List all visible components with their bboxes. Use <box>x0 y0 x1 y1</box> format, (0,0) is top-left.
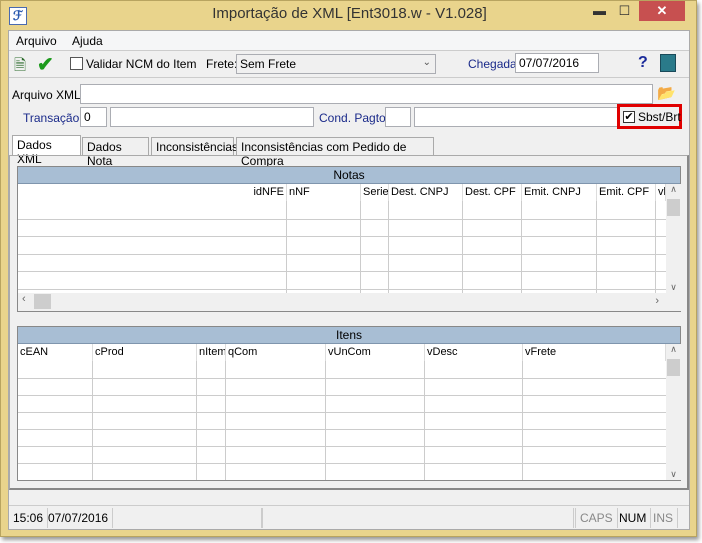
transacao-input[interactable]: 0 <box>80 107 107 127</box>
grid-column-line <box>325 361 326 480</box>
sbst-brt-checkbox[interactable]: ✔ <box>623 111 635 123</box>
validar-ncm-checkbox[interactable] <box>70 57 83 70</box>
cond-pagto-label: Cond. Pagto: <box>319 111 390 125</box>
grid-row-line <box>18 378 666 379</box>
col-dest-cpf[interactable]: Dest. CPF <box>463 184 522 201</box>
confirm-check-icon[interactable]: ✔ <box>37 52 54 77</box>
grid-row-line <box>18 218 666 220</box>
grid-column-line <box>596 201 597 293</box>
frete-select[interactable]: Sem Frete ⌄ <box>236 54 436 74</box>
grid-row-line <box>18 463 666 464</box>
col-nitem[interactable]: nItem <box>197 344 226 361</box>
tab-inconsistencias-pedido[interactable]: Inconsistências com Pedido de Compra <box>236 137 434 168</box>
col-cean[interactable]: cEAN <box>18 344 93 361</box>
col-dest-cnpj[interactable]: Dest. CNPJ <box>389 184 463 201</box>
chevron-down-icon: ⌄ <box>422 57 431 68</box>
grid-row-line <box>18 236 666 237</box>
grid-row-line <box>18 253 666 255</box>
transacao-label: Transação: <box>23 111 83 125</box>
notas-vscroll[interactable]: ∧ ∨ <box>666 184 681 293</box>
sbst-brt-label: Sbst/Brt <box>638 110 681 124</box>
open-folder-icon[interactable]: 📂 <box>657 84 676 102</box>
menu-arquivo[interactable]: Arquivo <box>16 34 57 48</box>
tab-inconsistencias[interactable]: Inconsistências <box>151 137 238 155</box>
validar-ncm-label: Validar NCM do Item <box>86 57 197 71</box>
grid-column-line <box>225 361 226 480</box>
exit-door-icon[interactable] <box>660 54 676 72</box>
transacao-desc <box>110 107 314 127</box>
menu-ajuda[interactable]: Ajuda <box>72 34 103 48</box>
grid-column-line <box>522 361 523 480</box>
itens-vscroll[interactable]: ∧ ∨ <box>666 344 681 480</box>
frete-label: Frete: <box>206 57 238 71</box>
col-vl[interactable]: vl <box>656 184 666 201</box>
grid-column-line <box>424 361 425 480</box>
cond-pagto-desc <box>414 107 619 127</box>
col-vuncom[interactable]: vUnCom <box>326 344 425 361</box>
grid-row-line <box>18 412 666 413</box>
grid-row-line <box>18 288 666 290</box>
grid-column-line <box>360 201 361 293</box>
tab-dados-xml[interactable]: Dados XML <box>12 135 81 166</box>
col-qcom[interactable]: qCom <box>226 344 326 361</box>
grid-column-line <box>655 201 656 293</box>
arquivo-xml-label: Arquivo XML: <box>12 88 85 102</box>
col-cprod[interactable]: cProd <box>93 344 197 361</box>
tab-dados-nota[interactable]: Dados Nota <box>82 137 149 168</box>
grid-row-line <box>18 446 666 447</box>
col-vdesc[interactable]: vDesc <box>425 344 523 361</box>
col-vfrete[interactable]: vFrete <box>523 344 666 361</box>
col-serie[interactable]: Serie <box>361 184 389 201</box>
status-time: 15:06 <box>9 508 49 528</box>
status-date: 07/07/2016 <box>44 508 114 528</box>
sbst-brt-highlight: ✔ Sbst/Brt <box>617 104 682 129</box>
notas-hscroll[interactable]: ‹ › <box>18 293 681 311</box>
col-nnf[interactable]: nNF <box>287 184 361 201</box>
frete-value: Sem Frete <box>240 57 297 71</box>
menu-bar: Arquivo Ajuda <box>9 31 689 51</box>
notas-grid: Notas idNFE nNF Serie Dest. CNPJ Dest. C… <box>17 166 681 312</box>
notas-title: Notas <box>18 167 680 184</box>
grid-column-line <box>388 201 389 293</box>
status-empty-2 <box>262 508 574 528</box>
arquivo-xml-input[interactable] <box>80 84 653 104</box>
grid-row-line <box>18 395 666 396</box>
cond-pagto-input[interactable] <box>385 107 411 127</box>
itens-grid: Itens cEAN cProd nItem qCom vUnCom vDesc… <box>17 326 681 481</box>
col-emit-cnpj[interactable]: Emit. CNPJ <box>522 184 597 201</box>
import-xml-icon[interactable]: 🗎 <box>14 55 26 80</box>
grid-row-line <box>18 271 666 272</box>
close-button[interactable]: ✕ <box>639 1 685 21</box>
grid-column-line <box>521 201 522 293</box>
chegada-input[interactable]: 07/07/2016 <box>515 53 599 73</box>
status-caps: CAPS <box>575 508 618 528</box>
maximize-button[interactable]: ☐ <box>612 1 637 21</box>
status-ins: INS <box>649 508 679 528</box>
grid-column-line <box>92 361 93 480</box>
grid-row-line <box>18 429 666 430</box>
itens-title: Itens <box>18 327 680 344</box>
grid-column-line <box>462 201 463 293</box>
status-num: NUM <box>615 508 652 528</box>
chegada-label: Chegada: <box>468 57 521 71</box>
col-idnfe[interactable]: idNFE <box>18 184 287 201</box>
toolbar: 🗎 ✔ Validar NCM do Item Frete: Sem Frete… <box>9 52 689 78</box>
col-emit-cpf[interactable]: Emit. CPF <box>597 184 656 201</box>
status-empty-1 <box>112 508 262 528</box>
help-icon[interactable]: ? <box>638 54 648 72</box>
status-divider <box>9 505 689 506</box>
grid-column-line <box>286 201 287 293</box>
minimize-button[interactable]: ▬ <box>587 1 612 21</box>
grid-column-line <box>196 361 197 480</box>
